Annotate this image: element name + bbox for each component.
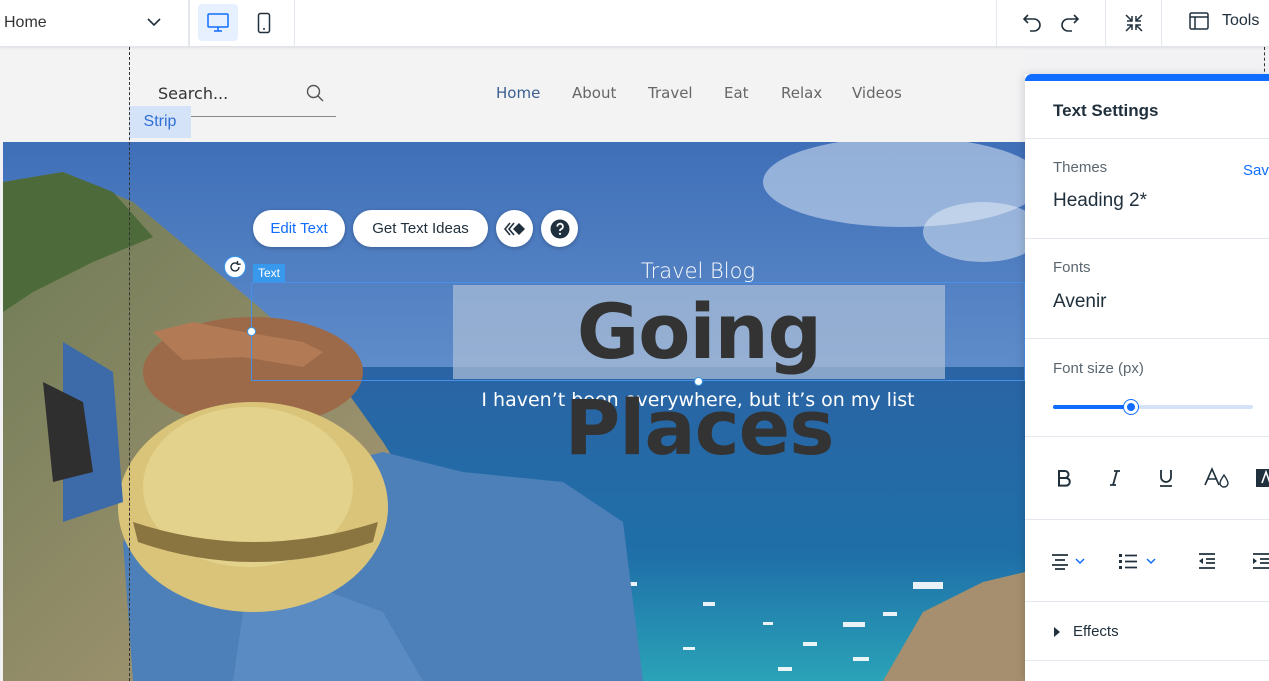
slider-knob[interactable] xyxy=(1124,400,1138,414)
layout-guide-line xyxy=(129,47,130,681)
divider xyxy=(1025,519,1269,520)
resize-handle-left[interactable] xyxy=(247,327,256,336)
tools-button[interactable]: Tools xyxy=(1188,11,1259,31)
nav-item-home[interactable]: Home xyxy=(496,84,540,102)
animation-icon xyxy=(503,221,525,236)
divider xyxy=(1025,138,1269,139)
align-center-icon xyxy=(1052,554,1085,570)
slider-fill xyxy=(1053,405,1131,409)
help-button[interactable] xyxy=(541,210,578,247)
fonts-label: Fonts xyxy=(1053,259,1091,276)
tools-panel-icon xyxy=(1189,12,1209,30)
effects-label: Effects xyxy=(1073,623,1119,640)
text-element-tag: Text xyxy=(253,264,286,282)
page-selector[interactable]: Home xyxy=(0,0,189,46)
indent-button[interactable] xyxy=(1247,547,1269,575)
nav-item-relax[interactable]: Relax xyxy=(781,84,822,102)
toolbar-divider xyxy=(996,0,997,46)
resize-handle-bottom[interactable] xyxy=(694,377,703,386)
divider xyxy=(1025,238,1269,239)
edit-text-button[interactable]: Edit Text xyxy=(253,210,345,247)
italic-button[interactable] xyxy=(1101,464,1129,492)
themes-label: Themes xyxy=(1053,159,1108,176)
divider xyxy=(1025,660,1269,661)
tools-label: Tools xyxy=(1222,12,1260,29)
rotate-icon xyxy=(230,261,241,272)
divider xyxy=(1025,338,1269,339)
panel-title: Text Settings xyxy=(1053,101,1159,120)
indent-icon xyxy=(1253,553,1269,569)
highlight-button[interactable] xyxy=(1251,464,1269,492)
highlight-icon xyxy=(1256,469,1269,487)
font-size-label: Font size (px) xyxy=(1053,360,1144,377)
text-settings-panel: Text Settings Themes Save Heading 2* Fon… xyxy=(1025,74,1269,681)
zoom-out-button[interactable] xyxy=(1121,10,1147,36)
font-size-slider[interactable] xyxy=(1053,400,1253,414)
outdent-icon xyxy=(1199,553,1215,569)
toolbar-divider xyxy=(294,0,295,46)
italic-icon xyxy=(1110,470,1120,486)
get-text-ideas-button[interactable]: Get Text Ideas xyxy=(353,210,488,247)
collapse-icon xyxy=(1125,14,1143,32)
bullet-list-icon xyxy=(1119,554,1156,569)
outdent-button[interactable] xyxy=(1193,547,1221,575)
desktop-icon xyxy=(207,12,229,32)
desktop-view-button[interactable] xyxy=(198,4,238,41)
mobile-view-button[interactable] xyxy=(244,4,284,41)
editor-toolbar: Home Tools xyxy=(0,0,1269,47)
toolbar-divider xyxy=(189,0,190,46)
nav-item-about[interactable]: About xyxy=(572,84,616,102)
caret-right-icon xyxy=(1054,626,1060,637)
blog-label-text: Travel Blog xyxy=(640,259,756,283)
panel-accent-bar xyxy=(1025,74,1269,81)
underline-icon xyxy=(1160,470,1172,487)
undo-icon xyxy=(1022,14,1041,32)
animation-button[interactable] xyxy=(496,210,533,247)
alignment-dropdown[interactable] xyxy=(1050,547,1090,575)
nav-item-travel[interactable]: Travel xyxy=(648,84,693,102)
theme-dropdown[interactable]: Heading 2* xyxy=(1053,190,1147,212)
layout-guide-line xyxy=(1264,47,1265,77)
divider xyxy=(1025,601,1269,602)
effects-section-toggle[interactable]: Effects xyxy=(1053,623,1119,640)
mobile-icon xyxy=(257,12,271,33)
list-dropdown[interactable] xyxy=(1117,547,1161,575)
toolbar-divider xyxy=(1105,0,1106,46)
font-dropdown[interactable]: Avenir xyxy=(1053,291,1107,313)
text-color-icon xyxy=(1204,467,1229,488)
rotate-handle[interactable] xyxy=(224,256,246,278)
page-selector-label: Home xyxy=(4,14,47,31)
underline-button[interactable] xyxy=(1152,464,1180,492)
nav-item-eat[interactable]: Eat xyxy=(724,84,749,102)
save-theme-link[interactable]: Save xyxy=(1243,162,1269,179)
search-icon xyxy=(306,84,324,102)
help-icon xyxy=(550,219,569,238)
toolbar-divider xyxy=(1161,0,1162,46)
nav-item-videos[interactable]: Videos xyxy=(852,84,902,102)
text-color-button[interactable] xyxy=(1203,464,1231,492)
search-placeholder: Search... xyxy=(158,84,229,103)
redo-button[interactable] xyxy=(1057,10,1083,36)
bold-button[interactable] xyxy=(1050,464,1078,492)
bold-icon xyxy=(1058,470,1071,487)
redo-icon xyxy=(1061,14,1080,32)
chevron-down-icon xyxy=(147,18,161,27)
strip-label-tag[interactable]: Strip xyxy=(129,106,191,138)
undo-button[interactable] xyxy=(1019,10,1045,36)
divider xyxy=(1025,436,1269,437)
